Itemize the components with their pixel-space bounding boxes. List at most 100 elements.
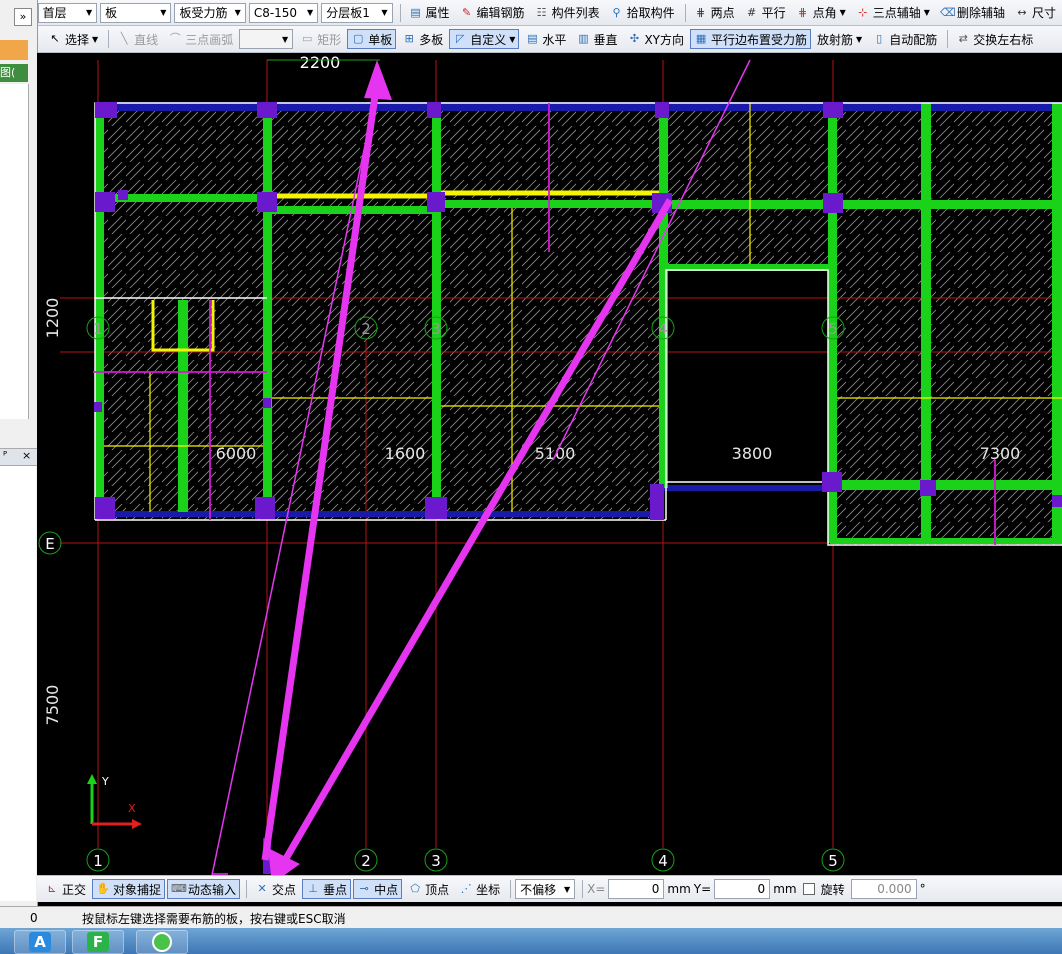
taskbar-app-glodon[interactable]: F [72,930,124,954]
more-button[interactable]: » [14,8,32,26]
layer-select[interactable]: 分层板1 ▼ [321,2,393,23]
close-icon[interactable]: × [22,449,31,462]
snap-toolbar: ⊾ 正交 ✋ 对象捕捉 ⌨ 动态输入 ✕ 交点 ⊥ 垂点 ⊸ 中点 ⬠ 顶点 ⋰ 坐标 不偏移 ▼… [37,875,1062,902]
intersection-icon: ✕ [257,882,267,895]
pin-icon[interactable]: ᴾ [3,449,7,462]
y-label: Y= [693,882,712,896]
midpoint-snap-button[interactable]: ⊸ 中点 [353,879,403,899]
x-input[interactable]: 0 [608,879,665,899]
chevron-down-icon: ▼ [282,34,289,44]
rotate-input[interactable]: 0.000 [850,879,917,899]
coordinate-icon: ⋰ [460,882,472,895]
point-angle-button[interactable]: ⋕ 点角 ▼ [792,3,850,23]
status-message: 按鼠标左键选择需要布筋的板，按右键或ESC取消 [82,911,346,926]
horizontal-button[interactable]: ▤ 水平 [521,29,570,49]
intersection-snap-button[interactable]: ✕ 交点 [251,879,300,899]
component-type-select[interactable]: 板 ▼ [100,2,172,23]
line-button[interactable]: ╲ 直线 [113,29,162,49]
offset-select[interactable]: 不偏移 ▼ [515,879,576,899]
rotate-checkbox[interactable] [802,883,815,895]
dimension-button[interactable]: ↔ 尺寸 [1011,3,1060,23]
delete-axis-button[interactable]: ⌫ 删除辅轴 [936,3,1009,23]
toolbar-row-2: ↖ 选择 ▼ ╲ 直线 ⌒ 三点画弧 ▼ ▭ 矩形 ▢ 单板 ⊞ 多板 ◸ 自定义 ▼ ▤ 水平 ▥… [0,26,1062,53]
pencil-icon: ✎ [461,5,472,19]
two-point-axis-button[interactable]: ⋕ 两点 [690,3,739,23]
cad-drawing[interactable]: 1 2 3 4 5 E 1 2 3 4 5 2200 6000 1600 510… [37,53,1062,875]
taskbar-app-browser[interactable] [136,930,188,954]
panel-list[interactable] [0,466,36,901]
dynamic-input-button[interactable]: ⌨ 动态输入 [167,879,241,899]
axis-label-2: 2 [361,852,371,870]
pick-component-button[interactable]: ⚲ 拾取构件 [606,3,679,23]
panel-tab-green[interactable]: 图( [0,64,28,82]
swap-marks-button[interactable]: ⇄ 交换左右标 [952,29,1037,49]
chevron-down-icon: ▼ [509,34,516,44]
custom-button[interactable]: ◸ 自定义 ▼ [449,29,520,49]
dim-bay-2: 1600 [385,444,426,463]
property-button[interactable]: ▤ 属性 [405,3,454,23]
chevron-down-icon: ▼ [839,8,846,17]
taskbar: A F [0,928,1062,954]
dim-left-upper: 1200 [43,298,62,339]
point-angle-icon: ⋕ [798,5,808,19]
auto-rebar-icon: ▯ [876,32,883,45]
separator [399,3,401,22]
single-board-icon: ▢ [353,32,364,45]
select-button[interactable]: ↖ 选择 ▼ [44,29,102,49]
rectangle-icon: ▭ [302,32,313,45]
toolbar-row-1: 首层 ▼ 板 ▼ 板受力筋 ▼ C8-150 ▼ 分层板1 ▼ ▤ 属性 ✎ 编辑钢筋 ☷ 构件… [0,0,1062,26]
multi-board-button[interactable]: ⊞ 多板 [398,29,447,49]
y-input[interactable]: 0 [714,879,771,899]
xy-icon: ✣ [629,32,640,45]
glodon-icon: F [87,932,109,952]
arc-icon: ⌒ [169,32,181,45]
slab-hatching [95,103,1062,545]
xy-direction-button[interactable]: ✣ XY方向 [623,29,688,49]
taskbar-app-a[interactable]: A [14,930,66,954]
x-label: X= [587,882,606,896]
axis-label-3: 3 [431,852,441,870]
list-icon: ☷ [536,5,547,19]
chevron-down-icon: ▼ [92,34,99,44]
left-panel: » 图( ᴾ × [0,0,38,906]
single-board-button[interactable]: ▢ 单板 [347,29,397,49]
ortho-button[interactable]: ⊾ 正交 [41,879,90,899]
dim-bay-5: 7300 [980,444,1021,463]
x-unit: mm [667,882,691,896]
perpendicular-snap-button[interactable]: ⊥ 垂点 [302,879,352,899]
custom-icon: ◸ [456,32,465,45]
three-point-axis-button[interactable]: ⊹ 三点辅轴 ▼ [852,3,934,23]
coordinate-snap-button[interactable]: ⋰ 坐标 [455,879,504,899]
panel-tab-highlight[interactable] [0,40,28,60]
rebar-type-select[interactable]: 板受力筋 ▼ [174,2,246,23]
parallel-edge-icon: ▦ [695,32,707,45]
rebar-spec-select[interactable]: C8-150 ▼ [248,2,319,23]
auto-rebar-button[interactable]: ▯ 自动配筋 [868,29,941,49]
midpoint-icon: ⊸ [359,882,369,895]
parallel-axis-button[interactable]: # 平行 [741,3,790,23]
chevron-down-icon: ▼ [234,8,241,17]
rect-button[interactable]: ▭ 矩形 [296,29,345,49]
status-bar: 0 按鼠标左键选择需要布筋的板，按右键或ESC取消 [0,906,1062,929]
panel-tree[interactable] [0,84,29,419]
ucs-icon: Y X [87,774,142,829]
chevron-down-icon: ▼ [563,884,571,894]
object-snap-button[interactable]: ✋ 对象捕捉 [92,879,166,899]
eyedropper-icon: ⚲ [612,5,621,19]
vertex-snap-button[interactable]: ⬠ 顶点 [404,879,453,899]
vertical-button[interactable]: ▥ 垂直 [572,29,621,49]
drawing-canvas[interactable]: 1 2 3 4 5 E 1 2 3 4 5 2200 6000 1600 510… [37,53,1062,875]
chevron-down-icon: ▼ [160,8,167,17]
edit-rebar-button[interactable]: ✎ 编辑钢筋 [456,3,529,23]
dim-bay-3: 5100 [535,444,576,463]
browser-icon [152,932,172,952]
dim-top-span: 2200 [300,53,341,72]
floor-select[interactable]: 首层 ▼ [37,2,98,23]
component-list-button[interactable]: ☷ 构件列表 [531,3,604,23]
parallel-edge-button[interactable]: ▦ 平行边布置受力筋 [690,29,812,49]
radial-button[interactable]: 放射筋 ▼ [813,29,866,49]
arc-mode-select[interactable]: ▼ [239,29,294,49]
three-point-arc-button[interactable]: ⌒ 三点画弧 [164,29,237,49]
chevron-down-icon: ▼ [85,8,93,17]
rotate-label: 旋转 [820,882,845,897]
